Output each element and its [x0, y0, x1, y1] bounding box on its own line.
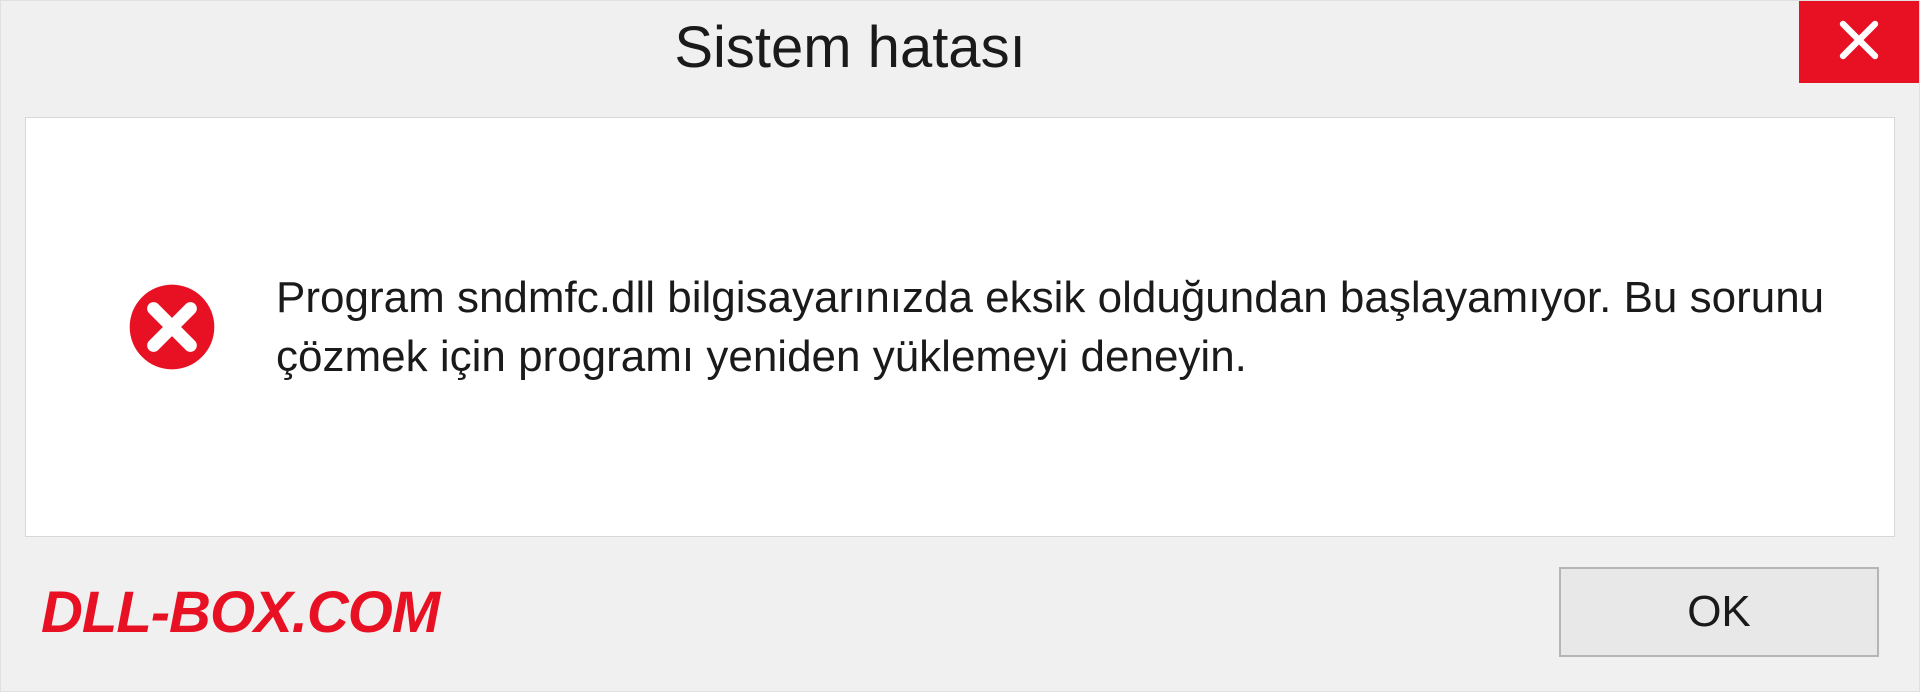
error-icon [126, 281, 218, 373]
close-icon [1835, 16, 1883, 69]
watermark-text: DLL-BOX.COM [41, 579, 439, 646]
footer-bar: DLL-BOX.COM OK [1, 537, 1919, 691]
title-bar: Sistem hatası [1, 1, 1919, 93]
ok-button[interactable]: OK [1559, 567, 1879, 657]
content-panel: Program sndmfc.dll bilgisayarınızda eksi… [25, 117, 1895, 537]
ok-button-label: OK [1687, 587, 1751, 637]
error-dialog: Sistem hatası Program sndmfc.dll bilgisa… [0, 0, 1920, 692]
error-message: Program sndmfc.dll bilgisayarınızda eksi… [276, 268, 1834, 387]
dialog-title: Sistem hatası [21, 14, 1799, 81]
close-button[interactable] [1799, 1, 1919, 83]
